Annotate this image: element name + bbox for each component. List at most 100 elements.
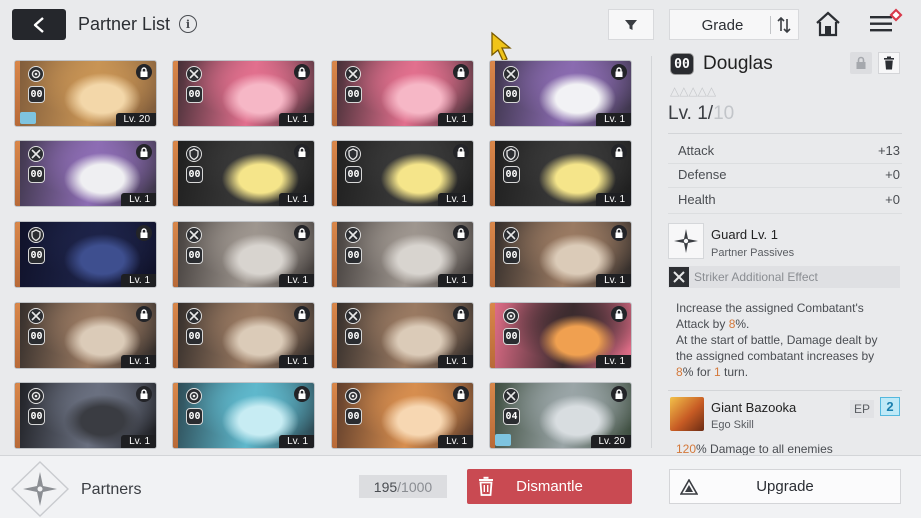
level-max: 10 [713,103,735,124]
lock-icon[interactable] [453,225,469,241]
card-level: Lv. 1 [438,193,473,206]
card-level: Lv. 20 [115,113,156,126]
notification-badge-icon [889,8,903,22]
rarity-stripe [332,303,337,368]
rarity-stripe [15,383,20,448]
dismantle-button[interactable]: Dismantle [467,469,632,504]
lock-icon[interactable] [136,64,152,80]
lock-icon[interactable] [294,306,310,322]
partner-card[interactable]: 00 Lv. 20 [14,60,157,127]
rarity-stripe [490,222,495,287]
partner-card[interactable]: 00 Lv. 1 [172,60,315,127]
card-level: Lv. 1 [596,274,631,287]
grade-badge: 00 [186,328,203,345]
grade-badge: 00 [186,247,203,264]
desc-highlight: 120 [676,442,697,455]
grade-badge: 00 [345,328,362,345]
lock-icon[interactable] [294,225,310,241]
passive-skill-name: Guard Lv. 1 [711,227,778,242]
lock-icon[interactable] [611,144,627,160]
partner-card[interactable]: 00 Lv. 1 [489,60,632,127]
crossed-swords-icon [345,308,361,324]
desc-text: turn. [720,365,749,379]
lock-icon[interactable] [136,225,152,241]
sort-dropdown[interactable]: Grade [669,9,799,40]
info-icon[interactable]: i [179,15,197,33]
gear-icon [28,66,44,82]
lock-icon[interactable] [453,64,469,80]
crossed-swords-icon [345,227,361,243]
partner-detail-panel: 00 Douglas △△△△△ Lv. 1/10 Attack +13 Def… [652,50,911,455]
partner-card[interactable]: 00 Lv. 1 [14,382,157,449]
lock-icon[interactable] [611,64,627,80]
lock-icon[interactable] [611,225,627,241]
partner-card[interactable]: 00 Lv. 1 [172,302,315,369]
partner-card[interactable]: 00 Lv. 1 [14,302,157,369]
partner-card[interactable]: 00 Lv. 1 [489,302,632,369]
lock-icon[interactable] [611,306,627,322]
additional-effect-bar: Striker Additional Effect [668,266,900,288]
trash-icon [884,56,894,70]
lock-icon[interactable] [611,386,627,402]
rarity-stripe [332,222,337,287]
partner-card[interactable]: 00 Lv. 1 [331,382,474,449]
partner-grid: 00 Lv. 20 00 Lv. 1 00 Lv. 1 00 Lv. 1 00 Lv. 1 00 Lv… [14,60,642,452]
partner-card[interactable]: 04 Lv. 20 [489,382,632,449]
ego-skill-thumbnail[interactable] [670,397,704,431]
back-button[interactable] [12,9,66,40]
upgrade-button[interactable]: Upgrade [669,469,901,504]
home-icon[interactable] [814,10,842,38]
partner-card[interactable]: 00 Lv. 1 [14,221,157,288]
partner-card[interactable]: 00 Lv. 1 [331,221,474,288]
partner-card[interactable]: 00 Lv. 1 [489,221,632,288]
grade-badge: 00 [28,166,45,183]
lock-icon[interactable] [294,64,310,80]
partner-card[interactable]: 00 Lv. 1 [489,140,632,207]
card-level: Lv. 1 [596,193,631,206]
detail-lock-button[interactable] [850,52,872,74]
desc-text: Attack by [676,317,729,331]
filter-button[interactable] [608,9,654,40]
lock-icon[interactable] [294,144,310,160]
card-level: Lv. 1 [279,193,314,206]
lock-icon[interactable] [453,306,469,322]
sort-label: Grade [701,17,744,34]
partner-card[interactable]: 00 Lv. 1 [331,302,474,369]
level-divider [668,133,902,134]
crossed-swords-icon [503,227,519,243]
lock-icon[interactable] [136,144,152,160]
partner-card[interactable]: 00 Lv. 1 [172,382,315,449]
filter-icon [625,19,637,30]
partner-card[interactable]: 00 Lv. 1 [172,140,315,207]
rarity-stripe [490,141,495,206]
rarity-stripe [173,61,178,126]
passive-skill-type: Partner Passives [711,247,795,259]
ep-label: EP [850,400,875,418]
grade-badge: 00 [503,247,520,264]
striker-icon [669,267,689,287]
lock-icon[interactable] [294,386,310,402]
equipped-combatant-thumbnail [20,112,36,124]
ego-skill-name: Giant Bazooka [711,400,797,415]
desc-line: Attack by 8%. [676,316,904,332]
partner-card[interactable]: 00 Lv. 1 [331,60,474,127]
detail-trash-button[interactable] [878,52,900,74]
passive-description: Increase the assigned Combatant's Attack… [676,300,904,380]
grade-badge: 00 [186,408,203,425]
partner-card[interactable]: 00 Lv. 1 [331,140,474,207]
gear-icon [345,388,361,404]
lock-icon[interactable] [136,306,152,322]
lock-icon[interactable] [453,386,469,402]
passive-skill-icon-box[interactable] [668,223,704,259]
sort-divider [770,16,771,34]
additional-effect-label: Striker Additional Effect [694,270,818,284]
lock-icon[interactable] [453,144,469,160]
partner-card[interactable]: 00 Lv. 1 [172,221,315,288]
ego-skill-type: Ego Skill [711,419,754,431]
rarity-stripe [332,383,337,448]
lock-icon[interactable] [136,386,152,402]
desc-line: the assigned combatant increases by [676,349,875,363]
partner-card[interactable]: 00 Lv. 1 [14,140,157,207]
ego-description: 120% Damage to all enemies [676,442,833,455]
sort-order-icon[interactable] [776,16,792,34]
